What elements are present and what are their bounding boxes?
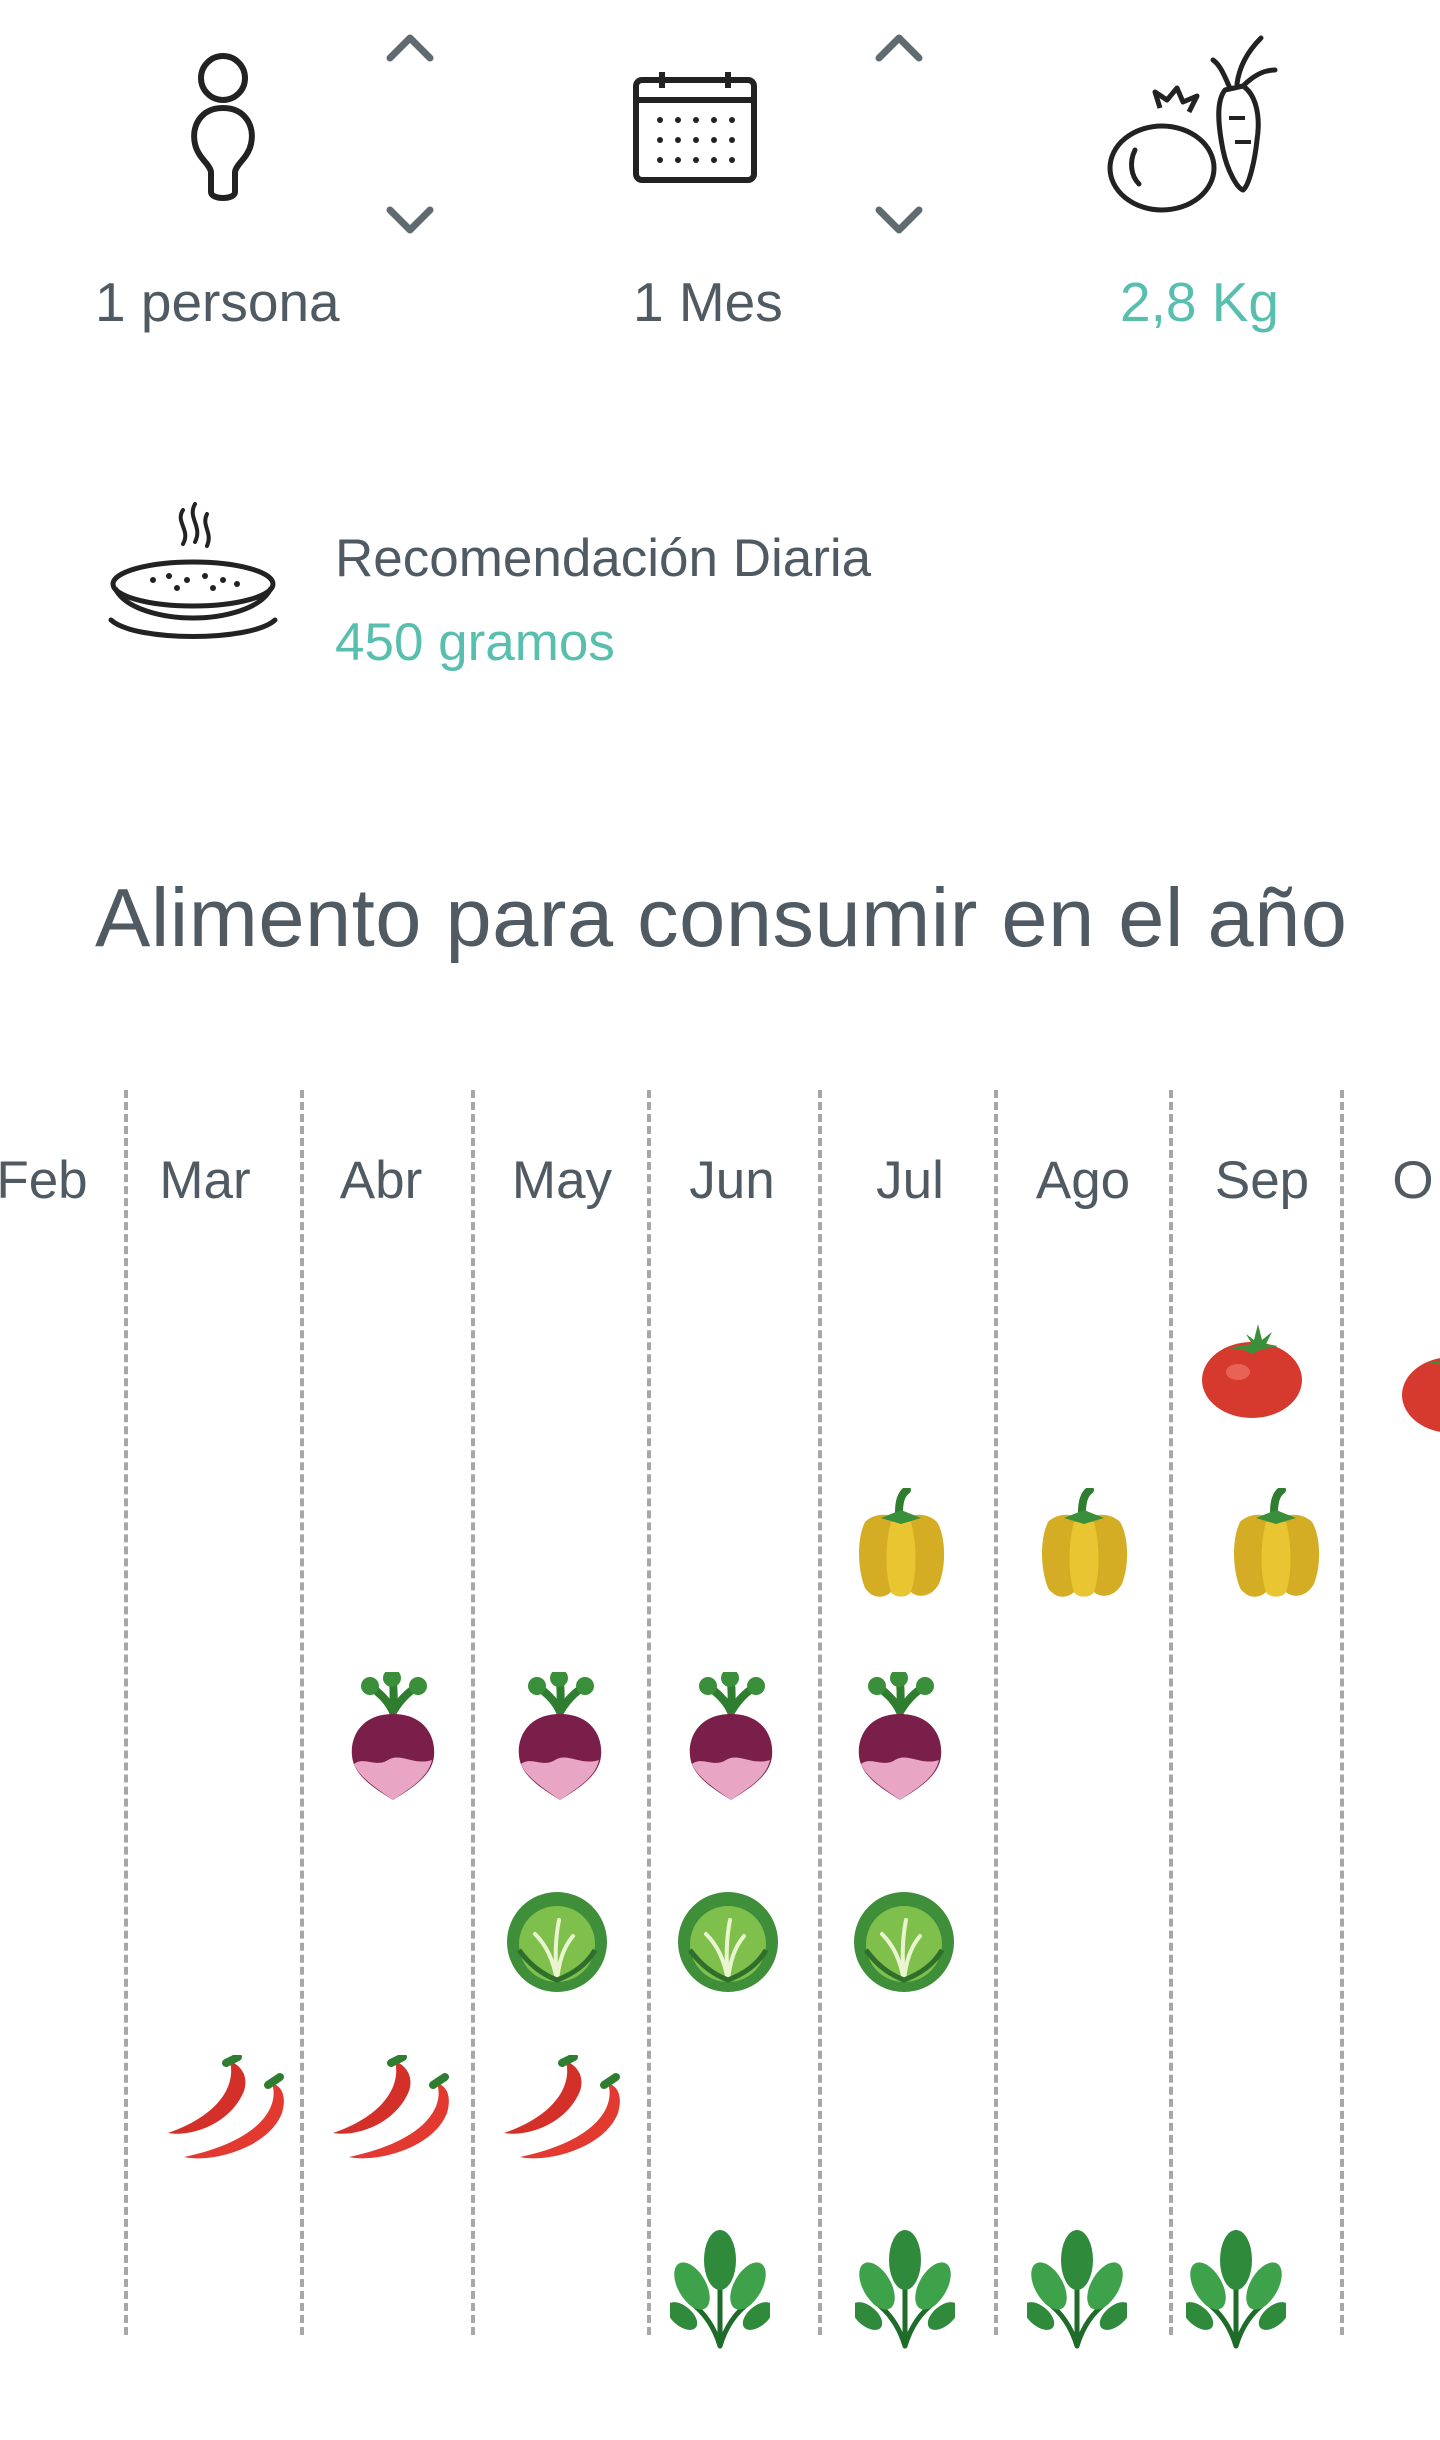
spinach-icon[interactable] bbox=[1027, 2230, 1127, 2350]
period-label: 1 Mes bbox=[633, 271, 783, 333]
beet-icon[interactable] bbox=[348, 1672, 438, 1802]
spinach-icon[interactable] bbox=[670, 2230, 770, 2350]
increase-period-chevron-up-icon[interactable] bbox=[869, 18, 929, 78]
people-count-label: 1 persona bbox=[95, 271, 340, 333]
month-label-feb: Feb bbox=[0, 1151, 88, 1210]
decrease-period-chevron-down-icon[interactable] bbox=[869, 190, 929, 250]
spinach-icon[interactable] bbox=[855, 2230, 955, 2350]
month-divider bbox=[994, 1090, 998, 2335]
tomato-icon[interactable] bbox=[1200, 1320, 1305, 1420]
dish-icon bbox=[108, 502, 278, 639]
recommendation-title: Recomendación Diaria bbox=[335, 529, 872, 588]
month-label-ago: Ago bbox=[1035, 1151, 1131, 1210]
chili-pepper-icon[interactable] bbox=[160, 2055, 290, 2165]
tomato-icon[interactable] bbox=[1400, 1335, 1440, 1435]
beet-icon[interactable] bbox=[686, 1672, 776, 1802]
cabbage-icon[interactable] bbox=[676, 1890, 780, 1994]
month-label-jun: Jun bbox=[689, 1151, 775, 1210]
beet-icon[interactable] bbox=[855, 1672, 945, 1802]
yellow-pepper-icon[interactable] bbox=[855, 1488, 947, 1600]
month-divider bbox=[647, 1090, 651, 2335]
chili-pepper-icon[interactable] bbox=[325, 2055, 455, 2165]
seasonal-calendar[interactable]: Feb Mar Abr May Jun Jul Ago Sep O bbox=[0, 1090, 1440, 2350]
vegetables-icon bbox=[1107, 35, 1278, 213]
month-divider bbox=[300, 1090, 304, 2335]
person-icon bbox=[191, 53, 255, 201]
month-divider bbox=[1169, 1090, 1173, 2335]
month-label-abr: Abr bbox=[339, 1151, 423, 1210]
month-label-sep: Sep bbox=[1214, 1151, 1310, 1210]
recommendation-value: 450 gramos bbox=[335, 613, 615, 672]
month-label-jul: Jul bbox=[876, 1151, 944, 1210]
spinach-icon[interactable] bbox=[1186, 2230, 1286, 2350]
chili-pepper-icon[interactable] bbox=[496, 2055, 626, 2165]
month-label-mar: Mar bbox=[159, 1151, 251, 1210]
yellow-pepper-icon[interactable] bbox=[1230, 1488, 1322, 1600]
month-divider bbox=[471, 1090, 475, 2335]
cabbage-icon[interactable] bbox=[505, 1890, 609, 1994]
yellow-pepper-icon[interactable] bbox=[1038, 1488, 1130, 1600]
month-label-oct: O bbox=[1392, 1151, 1434, 1210]
cabbage-icon[interactable] bbox=[852, 1890, 956, 1994]
weight-label: 2,8 Kg bbox=[1120, 271, 1280, 333]
calendar-icon bbox=[633, 72, 757, 183]
beet-icon[interactable] bbox=[515, 1672, 605, 1802]
section-title: Alimento para consumir en el año bbox=[95, 871, 1348, 964]
decrease-people-chevron-down-icon[interactable] bbox=[380, 190, 440, 250]
month-divider bbox=[818, 1090, 822, 2335]
month-label-may: May bbox=[511, 1151, 613, 1210]
month-divider bbox=[1340, 1090, 1344, 2335]
increase-people-chevron-up-icon[interactable] bbox=[380, 18, 440, 78]
month-divider bbox=[124, 1090, 128, 2335]
